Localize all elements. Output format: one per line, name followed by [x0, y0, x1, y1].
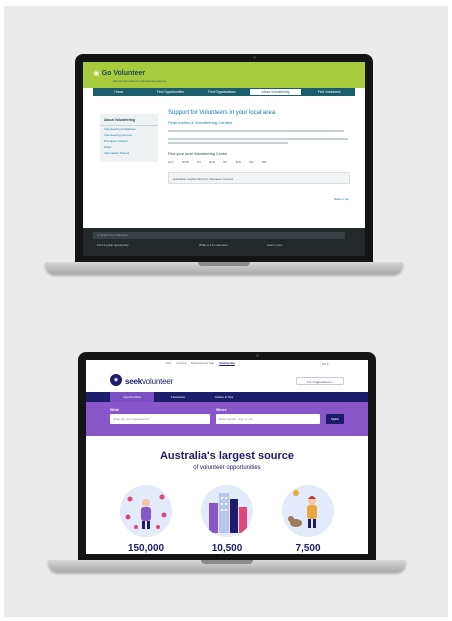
site-logo[interactable]: ❀ Go Volunteer: [93, 69, 145, 78]
site-tagline: We are the nation's volunteering agency: [113, 79, 167, 83]
nav-find-opportunities[interactable]: Find Opportunities: [145, 88, 197, 96]
find-centre-heading: Find your local Volunteering Centre: [168, 152, 228, 156]
site-footer: Q Search Go Volunteer Find a great oppor…: [83, 228, 365, 256]
sidebar-heading: About Volunteering: [100, 114, 158, 126]
tab-advice[interactable]: Advice & Tips: [202, 392, 246, 402]
camera-icon: [253, 56, 256, 59]
footer-link[interactable]: Find a great opportunity: [97, 243, 129, 247]
page-body: About Volunteering Volunteering Guidelin…: [93, 96, 355, 226]
where-label: Where: [216, 408, 227, 412]
illustration-volunteers: [282, 485, 334, 537]
top-links: Jobs Courses Businesses for Sale Volunte…: [166, 362, 235, 365]
stat-volunteers: 7,500: [295, 543, 321, 554]
state-tab[interactable]: SA: [223, 160, 227, 164]
seek-logo-icon[interactable]: ◉: [110, 374, 122, 386]
laptop-screen: Jobs Courses Businesses for Sale Volunte…: [86, 360, 368, 554]
site-logo[interactable]: seekvolunteer: [125, 377, 173, 386]
stat-organisations: 10,500: [211, 543, 243, 554]
search-button[interactable]: SEEK: [326, 414, 344, 424]
site-header: ◉ seekvolunteer For Organisations ›: [86, 370, 368, 392]
presentation-panel: ❀ Go Volunteer We are the nation's volun…: [4, 6, 448, 617]
hero-headline: Australia's largest source: [159, 450, 295, 462]
footer-link[interactable]: Learn more: [267, 243, 282, 247]
page-title: Support for Volunteers in your local are…: [168, 110, 276, 116]
tab-favourites[interactable]: Favourites: [160, 392, 196, 402]
state-tab[interactable]: NT: [197, 160, 201, 164]
flower-logo-icon: ❀: [93, 69, 100, 78]
nav-find-organisations[interactable]: Find Organisations: [196, 88, 248, 96]
state-tab[interactable]: ACT: [168, 160, 174, 164]
illustration-organisations: [201, 485, 253, 537]
laptop-notch: [201, 560, 253, 564]
top-link-courses[interactable]: Courses: [176, 362, 186, 365]
stat-opportunities: 150,000: [127, 543, 165, 554]
footer-search-input[interactable]: Q Search Go Volunteer: [93, 232, 345, 239]
camera-icon: [256, 354, 259, 357]
volunteer-dog-icon: [288, 490, 317, 528]
main-nav: Opportunities Favourites Advice & Tips: [86, 392, 368, 402]
what-input[interactable]: What are you interested in?: [110, 414, 210, 424]
logo-light: volunteer: [142, 377, 174, 386]
top-link-volunteering[interactable]: Volunteering: [219, 362, 235, 365]
footer-link[interactable]: What is it to volunteer: [199, 243, 228, 247]
logo-bold: seek: [125, 377, 142, 386]
main-nav: Home Find Opportunities Find Organisatio…: [93, 88, 355, 96]
top-bar: Jobs Courses Businesses for Sale Volunte…: [86, 360, 368, 370]
where-input[interactable]: Enter suburb, town or city: [216, 414, 320, 424]
state-tab[interactable]: TAS: [235, 160, 241, 164]
centre-panel[interactable]: Australian Capital Territory Volunteer C…: [168, 172, 350, 184]
search-band: What What are you interested in? Where E…: [86, 402, 368, 436]
top-link-jobs[interactable]: Jobs: [166, 362, 171, 365]
state-tab[interactable]: QLD: [209, 160, 215, 164]
sidebar-link[interactable]: Information Sheets: [100, 150, 158, 156]
nav-find-volunteers[interactable]: Find Volunteers: [303, 88, 355, 96]
laptop-notch: [198, 262, 250, 266]
top-link-businesses[interactable]: Businesses for Sale: [191, 362, 214, 365]
state-tab[interactable]: WA: [262, 160, 267, 164]
paragraph-line: [168, 142, 288, 144]
laptop-screen: ❀ Go Volunteer We are the nation's volun…: [83, 62, 365, 256]
back-to-top-link[interactable]: Back to top: [334, 197, 349, 201]
illustration-opportunities: [120, 485, 172, 537]
city-buildings-icon: [209, 493, 247, 533]
paragraph-line: [168, 138, 348, 140]
what-label: What: [110, 408, 119, 412]
nav-about-volunteering[interactable]: About Volunteering: [249, 89, 302, 95]
nav-home[interactable]: Home: [93, 88, 145, 96]
site-header: ❀ Go Volunteer We are the nation's volun…: [83, 62, 365, 88]
state-tabs: ACT NSW NT QLD SA TAS VIC WA: [168, 160, 267, 164]
organisations-button[interactable]: For Organisations ›: [296, 377, 344, 385]
paragraph-line: [168, 130, 344, 132]
hero-subheadline: of volunteer opportunities: [193, 465, 261, 471]
state-tab[interactable]: VIC: [249, 160, 254, 164]
tab-opportunities[interactable]: Opportunities: [110, 392, 154, 402]
person-pins-icon: [125, 494, 167, 529]
country-selector[interactable]: AU ▾: [322, 362, 329, 366]
state-tab[interactable]: NSW: [182, 160, 189, 164]
page-subtitle: Peak bodies & Volunteering Centres: [168, 120, 233, 125]
logo-text: Go Volunteer: [101, 70, 146, 77]
sidebar: About Volunteering Volunteering Guidelin…: [100, 114, 158, 162]
